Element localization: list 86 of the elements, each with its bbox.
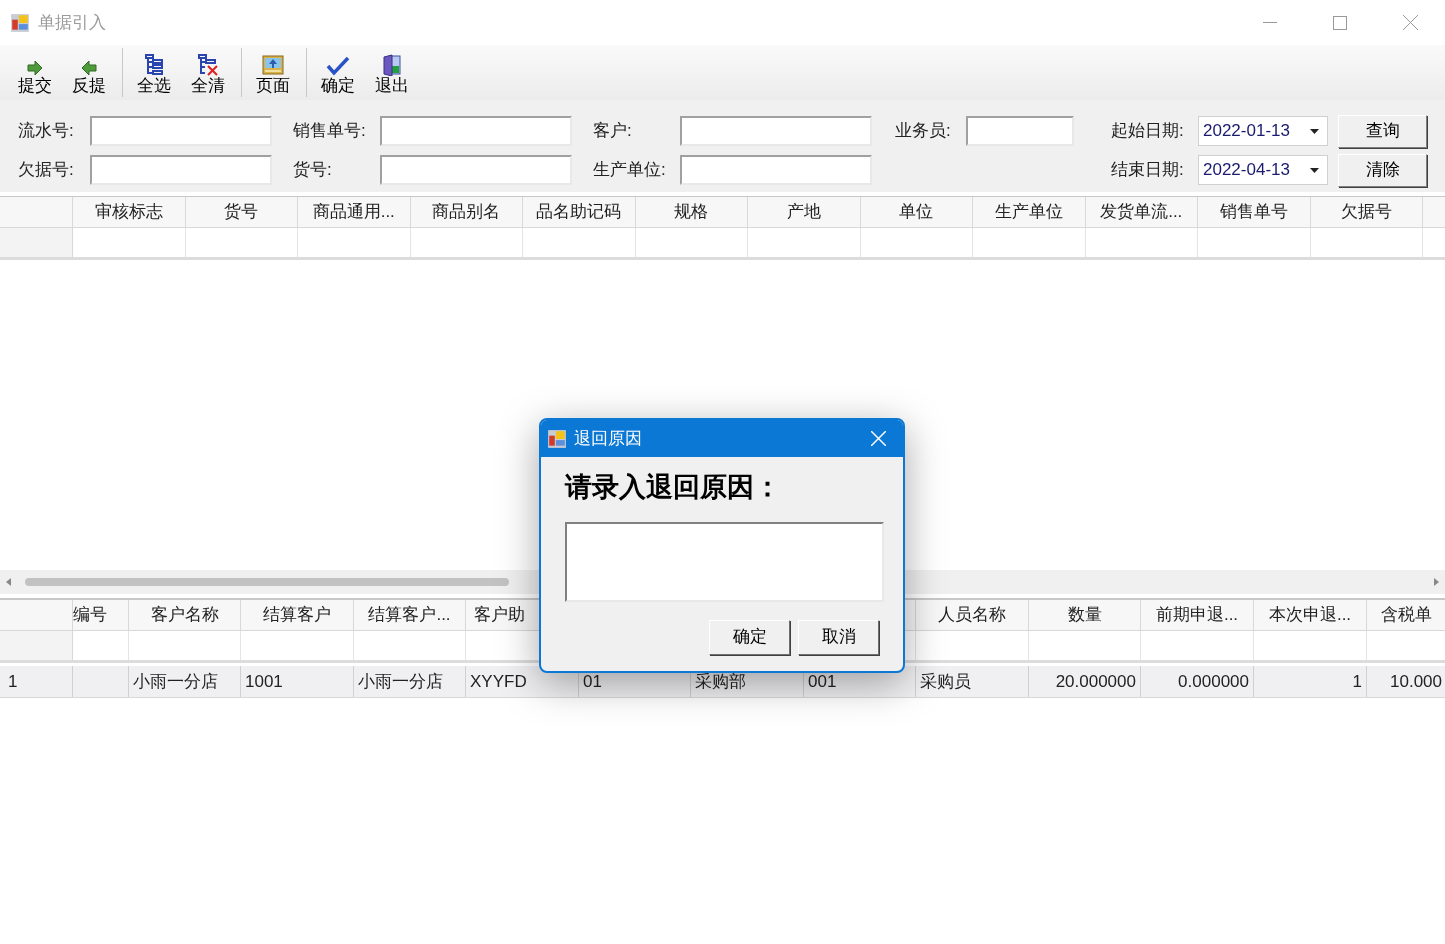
column-header[interactable]: 客户助 [474, 602, 525, 628]
field-label: 业务员: [895, 120, 952, 143]
checkmark-icon [326, 56, 350, 76]
field-label: 生产单位: [593, 159, 667, 182]
table-cell-text: 001 [808, 670, 837, 693]
text-field[interactable] [380, 116, 572, 146]
left-arrow-icon [80, 60, 98, 76]
right-arrow-icon [26, 60, 44, 76]
scroll-right-icon [1434, 578, 1439, 586]
dropdown-arrow-icon [1310, 128, 1319, 134]
dialog-prompt: 请录入退回原因： [565, 470, 782, 504]
close-icon [870, 431, 886, 446]
text-field[interactable] [680, 116, 872, 146]
text-field[interactable] [380, 155, 572, 185]
column-header[interactable]: 销售单号 [1198, 197, 1311, 227]
text-field[interactable] [90, 155, 272, 185]
field-label: 客户: [593, 120, 633, 143]
column-header[interactable]: 客户名称 [150, 602, 219, 628]
column-header[interactable]: 数量 [1067, 602, 1102, 628]
app-icon [10, 12, 30, 33]
scroll-left-icon [6, 578, 11, 586]
minimize-icon [1263, 21, 1277, 24]
field-label: 流水号: [18, 120, 75, 143]
toolbar-button[interactable]: 确定 [311, 48, 365, 97]
column-header[interactable]: 人员名称 [938, 602, 1006, 628]
scrollbar-thumb[interactable] [25, 578, 509, 586]
window-title: 单据引入 [38, 11, 106, 34]
column-header[interactable]: 结算客户 [263, 602, 331, 628]
date-dropdown[interactable]: 2022-01-13 [1198, 116, 1328, 146]
dialog-title: 退回原因 [574, 427, 642, 450]
column-header[interactable]: 编号 [73, 602, 107, 628]
reason-field[interactable] [565, 521, 884, 602]
column-header[interactable]: 含税单 [1381, 602, 1432, 628]
column-header[interactable]: 欠据号 [1310, 197, 1423, 227]
date-label: 起始日期: [1111, 120, 1185, 143]
toolbar-button[interactable]: 提交 [8, 48, 62, 97]
table-cell-text: 1 [1352, 670, 1362, 693]
toolbar-button[interactable]: 页面 [246, 48, 300, 97]
column-header[interactable]: 审核标志 [73, 197, 186, 227]
toolbar-button[interactable]: 全选 [127, 48, 181, 97]
column-header[interactable]: 商品通用... [298, 197, 411, 227]
column-header[interactable]: 产地 [748, 197, 861, 227]
column-header[interactable]: 前期申退... [1155, 602, 1239, 628]
maximize-icon [1333, 15, 1347, 30]
column-header[interactable]: 规格 [635, 197, 748, 227]
column-header[interactable]: 货号 [185, 197, 298, 227]
date-label: 结束日期: [1111, 159, 1185, 182]
field-label: 欠据号: [18, 159, 75, 182]
table-cell-text: 01 [583, 670, 602, 693]
dropdown-arrow-icon [1310, 167, 1319, 173]
column-header[interactable]: 结算客户... [368, 602, 451, 628]
column-header[interactable]: 发货单流... [1085, 197, 1198, 227]
toolbar-button[interactable]: 退出 [365, 48, 419, 97]
list-icon [144, 54, 164, 76]
door-icon [382, 54, 402, 76]
close-icon [1402, 15, 1418, 30]
date-dropdown[interactable]: 2022-04-13 [1198, 155, 1328, 185]
page-icon [262, 54, 284, 76]
toolbar-button[interactable]: 反提 [62, 48, 116, 97]
table-cell-text: XYYFD [470, 670, 527, 693]
text-field[interactable] [680, 155, 872, 185]
text-field[interactable] [966, 116, 1074, 146]
table-cell-text: 0.000000 [1178, 670, 1249, 693]
column-header[interactable]: 单位 [860, 197, 973, 227]
text-field[interactable] [90, 116, 272, 146]
table-cell-text: 1001 [245, 670, 283, 693]
dialog-button[interactable]: 确定 [709, 619, 790, 655]
app-icon [547, 428, 567, 449]
row-number: 1 [8, 670, 18, 693]
dialog-button[interactable]: 取消 [798, 619, 879, 655]
field-label: 销售单号: [293, 120, 367, 143]
table-cell-text: 10.000 [1390, 670, 1442, 693]
column-header[interactable]: 生产单位 [973, 197, 1086, 227]
action-button[interactable]: 清除 [1338, 153, 1427, 187]
column-header[interactable]: 本次申退... [1268, 602, 1352, 628]
table-cell-text: 小雨一分店 [133, 670, 218, 693]
table-cell-text: 采购部 [695, 670, 746, 693]
toolbar-button[interactable]: 全清 [181, 48, 235, 97]
table-cell-text: 20.000000 [1055, 670, 1136, 693]
field-label: 货号: [293, 159, 333, 182]
table-cell-text: 采购员 [920, 670, 971, 693]
column-header[interactable]: 商品别名 [410, 197, 523, 227]
column-header[interactable]: 品名助记码 [523, 197, 636, 227]
list-delete-icon [197, 54, 219, 76]
table-cell-text: 小雨一分店 [358, 670, 443, 693]
action-button[interactable]: 查询 [1338, 114, 1427, 148]
